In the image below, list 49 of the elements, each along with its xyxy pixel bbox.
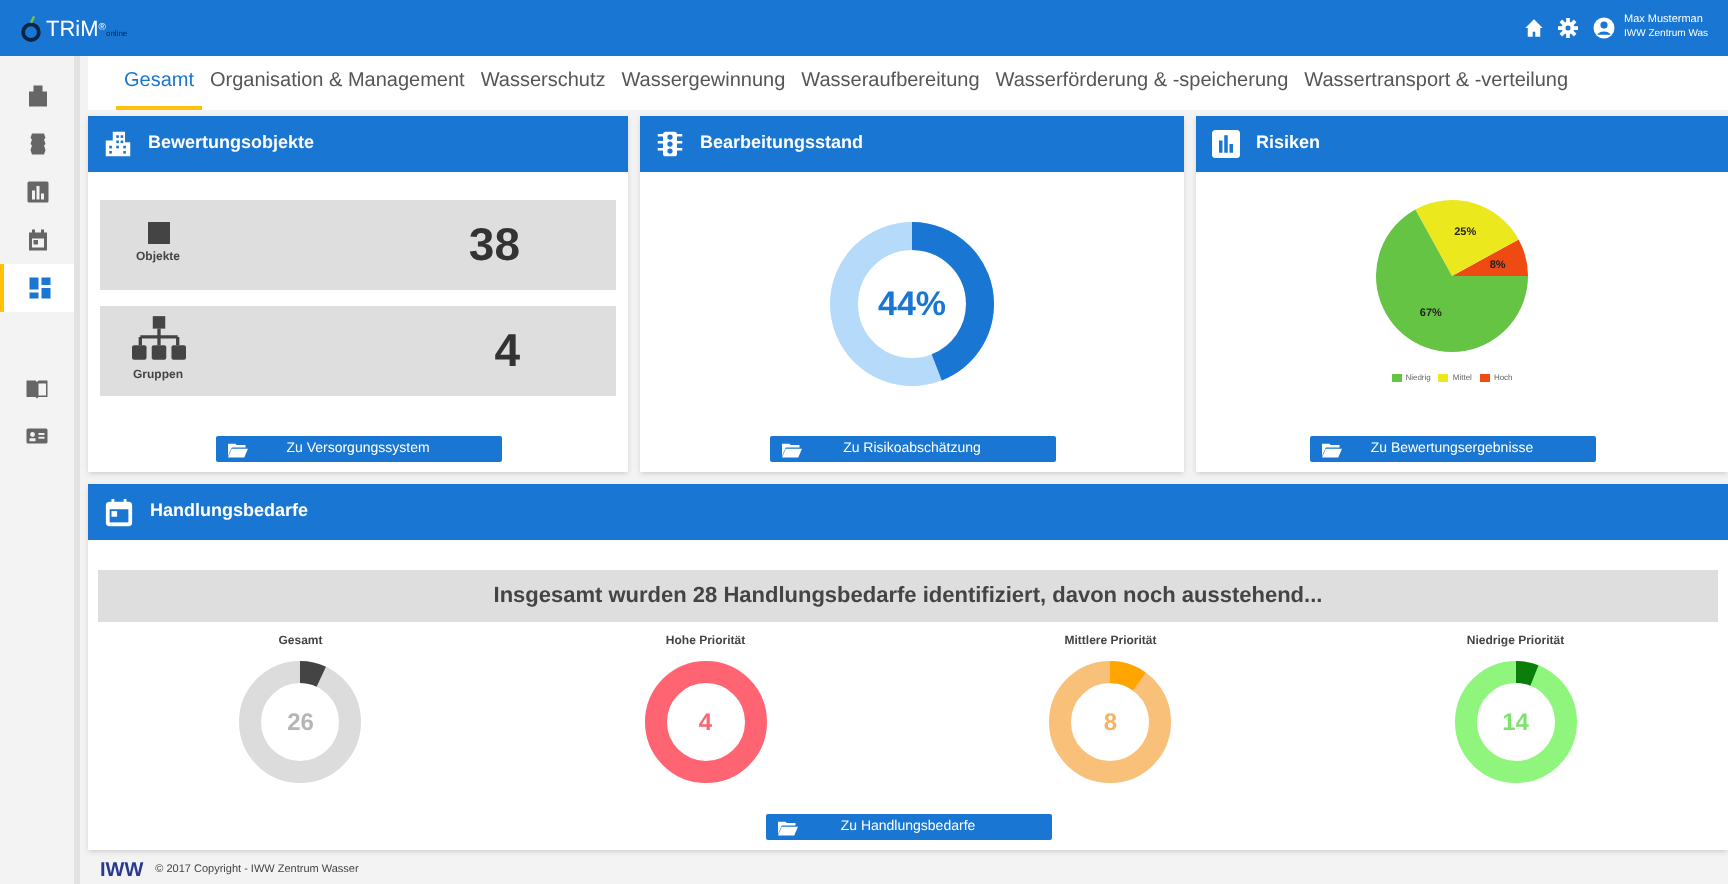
building-icon <box>25 84 49 108</box>
ring-value: 14 <box>1502 706 1529 740</box>
priority-donut <box>238 660 363 784</box>
legend-swatch <box>1391 374 1402 382</box>
barrel-icon <box>25 132 49 156</box>
progress-value: 44% <box>877 282 947 327</box>
dashboard-icon <box>27 276 51 300</box>
tab[interactable]: Wasseraufbereitung <box>793 66 988 110</box>
calendar-icon <box>104 497 134 527</box>
tab[interactable]: Wasserschutz <box>472 66 614 110</box>
tile-value: 38 <box>468 216 520 275</box>
tab[interactable]: Wassergewinnung <box>613 66 794 110</box>
legend-swatch <box>1438 374 1449 382</box>
summary-text: Insgesamt wurden 28 Handlungsbedarfe identifiziert, davon noch ausstehend... <box>493 581 1323 612</box>
traffic-light-icon <box>656 130 684 158</box>
calendar-icon <box>25 228 49 252</box>
building-icon <box>104 130 132 158</box>
priority-donut <box>1453 660 1578 784</box>
square-icon <box>147 222 169 244</box>
bar-chart-icon <box>25 180 49 204</box>
folder-icon <box>781 442 801 458</box>
sidebar-item[interactable] <box>0 264 74 312</box>
id-card-icon <box>24 424 50 448</box>
ring-logo-icon <box>20 13 42 43</box>
user-avatar-icon[interactable] <box>1592 16 1616 40</box>
bar-chart-icon <box>1212 130 1240 158</box>
tab[interactable]: Organisation & Management <box>202 66 473 110</box>
folder-icon <box>1321 442 1341 458</box>
ring-value: 26 <box>287 706 314 740</box>
ring-value: 8 <box>1103 706 1118 740</box>
tab[interactable]: Wassertransport & -verteilung <box>1296 66 1577 110</box>
folder-icon <box>777 820 797 836</box>
ring-value: 4 <box>698 706 713 740</box>
card-title: Bearbeitungsstand <box>700 130 864 157</box>
home-icon[interactable] <box>1524 18 1544 38</box>
legend-swatch <box>1479 374 1490 382</box>
card-title: Risiken <box>1256 130 1321 157</box>
card-title: Handlungsbedarfe <box>150 498 309 525</box>
card-title: Bewertungsobjekte <box>148 130 315 157</box>
settings-icon[interactable] <box>1558 18 1578 38</box>
priority-donut <box>643 660 768 784</box>
tab[interactable]: Gesamt <box>116 66 203 110</box>
book-icon <box>24 376 50 400</box>
tab[interactable]: Wasserförderung & -speicherung <box>987 66 1297 110</box>
tile-value: 4 <box>494 322 520 381</box>
footer-logo: IWW <box>100 857 144 884</box>
hierarchy-icon <box>131 316 185 362</box>
priority-donut <box>1048 660 1173 784</box>
folder-icon <box>227 442 247 458</box>
